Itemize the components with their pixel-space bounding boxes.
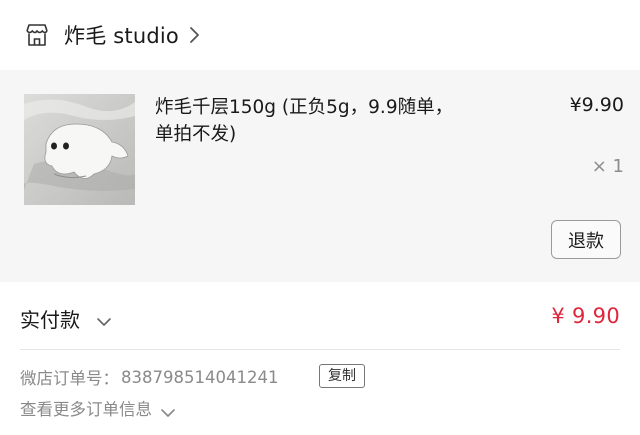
order-number-label: 微店订单号： (20, 369, 119, 388)
shop-name[interactable]: 炸毛 studio (64, 20, 179, 50)
product-thumbnail[interactable] (24, 94, 135, 205)
more-order-info-label[interactable]: 查看更多订单信息 (20, 396, 152, 420)
refund-button[interactable]: 退款 (551, 220, 621, 259)
product-title[interactable]: 炸毛千层150g (正负5g，9.9随单，单拍不发) (155, 94, 455, 148)
order-number-value: 838798514041241 (121, 367, 279, 387)
shop-storefront-icon (24, 22, 50, 48)
shop-header[interactable]: 炸毛 studio (0, 0, 640, 70)
more-order-info-toggle[interactable]: 查看更多订单信息 (20, 396, 176, 420)
chevron-down-icon[interactable] (160, 403, 176, 417)
product-quantity: × 1 (591, 156, 624, 177)
paid-amount-row[interactable]: 实付款 ¥ 9.90 (0, 282, 640, 350)
copy-order-number-button[interactable]: 复制 (319, 364, 365, 388)
chevron-right-icon[interactable] (189, 25, 201, 45)
paid-amount-label: 实付款 (20, 308, 80, 332)
paid-amount-value: ¥ 9.90 (551, 304, 620, 328)
divider (20, 349, 620, 350)
order-item-card[interactable]: 炸毛千层150g (正负5g，9.9随单，单拍不发) ¥9.90 × 1 退款 (0, 70, 640, 282)
chevron-down-icon[interactable] (96, 312, 112, 326)
order-number: 微店订单号： 838798514041241 (20, 365, 278, 389)
product-price: ¥9.90 (569, 94, 624, 116)
